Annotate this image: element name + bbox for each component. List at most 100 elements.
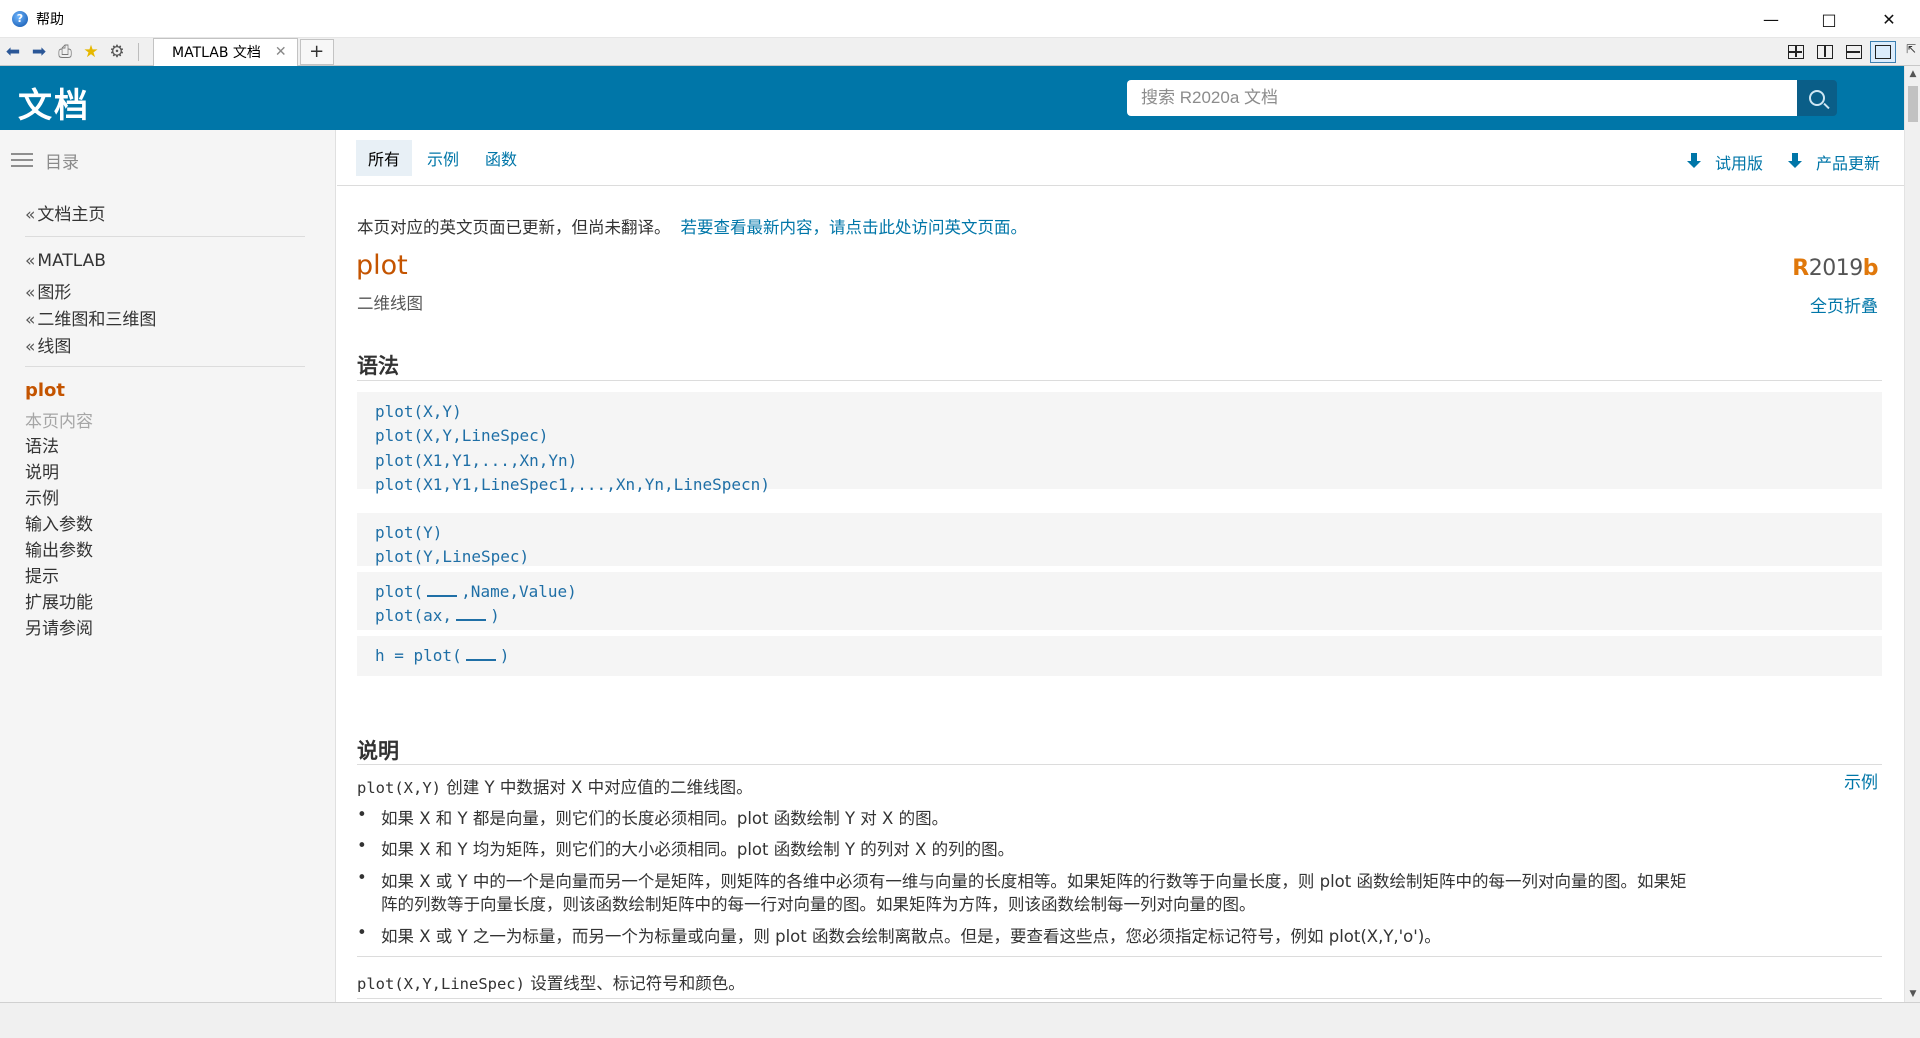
scroll-up-icon[interactable]: ▲ (1905, 66, 1920, 82)
bullet-dot: • (357, 868, 367, 887)
single-pane-icon[interactable] (1870, 41, 1896, 63)
syntax-part: ) (490, 606, 500, 625)
syntax-heading: 语法 (357, 354, 399, 378)
left-nav: 目录 «文档主页 «MATLAB «图形 «二维图和三维图 «线图 plot 本… (0, 130, 336, 1002)
filter-bar: 所有 示例 函数 试用版 产品更新 (337, 130, 1904, 186)
nav-item-syntax[interactable]: 语法 (25, 432, 59, 457)
nav-home-link[interactable]: «文档主页 (25, 200, 105, 225)
tab-matlab-docs[interactable]: MATLAB 文档 ✕ (153, 37, 298, 66)
description-text: 创建 Y 中数据对 X 中对应值的二维线图。 (441, 778, 753, 797)
trial-link[interactable]: 试用版 (1687, 150, 1763, 174)
product-updates-label: 产品更新 (1816, 154, 1881, 173)
new-tab-button[interactable]: + (299, 38, 334, 65)
nav-item-extended[interactable]: 扩展功能 (25, 588, 93, 613)
search-button[interactable] (1797, 80, 1837, 116)
breadcrumb-label: 图形 (37, 283, 72, 303)
minimize-button[interactable]: — (1742, 0, 1800, 38)
syntax-line[interactable]: plot(X,Y) (375, 402, 462, 421)
scroll-thumb[interactable] (1908, 86, 1918, 122)
close-window-button[interactable]: ✕ (1860, 0, 1918, 38)
vertical-scrollbar[interactable]: ▲ ▼ (1904, 66, 1920, 1002)
syntax-line[interactable]: plot(X,Y,LineSpec) (375, 426, 548, 445)
syntax-part: ,Name,Value) (461, 582, 577, 601)
grid-four-icon[interactable] (1783, 41, 1809, 63)
download-icon (1687, 153, 1701, 171)
split-horizontal-icon[interactable] (1841, 41, 1867, 63)
nav-item-tips[interactable]: 提示 (25, 562, 59, 587)
description-text: 设置线型、标记符号和颜色。 (524, 974, 745, 993)
doc-header: 文档 (0, 66, 1904, 130)
bullet-dot: • (357, 805, 367, 824)
bullet-dot: • (357, 836, 367, 855)
on-page-label: 本页内容 (25, 412, 93, 432)
section-divider (357, 956, 1882, 957)
bullet-dot: • (357, 923, 367, 942)
argument-blank (465, 647, 496, 661)
collapse-all-link[interactable]: 全页折叠 (1810, 292, 1878, 317)
argument-blank (456, 607, 487, 621)
syntax-block: plot(Y) plot(Y,LineSpec) (357, 513, 1882, 566)
page-title: plot (356, 250, 408, 281)
translation-notice: 本页对应的英文页面已更新，但尚未翻译。 若要查看最新内容，请点击此处访问英文页面。 (357, 214, 1027, 238)
nav-item-see-also[interactable]: 另请参阅 (25, 614, 93, 639)
forward-arrow-icon[interactable]: ➡ (26, 40, 52, 64)
settings-gear-icon[interactable]: ⚙ (104, 40, 130, 64)
syntax-block: h = plot() (357, 636, 1882, 676)
print-icon[interactable]: ⎙ (52, 40, 78, 64)
page-purpose: 二维线图 (357, 294, 423, 313)
syntax-line[interactable]: plot(ax,) (375, 606, 500, 625)
nav-item-input-args[interactable]: 输入参数 (25, 510, 93, 535)
syntax-part: ) (499, 646, 510, 665)
examples-link[interactable]: 示例 (1844, 768, 1878, 793)
status-bar (0, 1002, 1920, 1038)
syntax-line[interactable]: h = plot() (375, 646, 509, 665)
search-bar (1127, 80, 1837, 116)
tab-examples[interactable]: 示例 (415, 140, 471, 176)
back-arrow-icon[interactable]: ⬅ (0, 40, 26, 64)
help-app-icon: ? (12, 10, 28, 27)
release-badge: R2019b (1792, 256, 1878, 281)
doc-brand[interactable]: 文档 (18, 78, 90, 127)
tab-close-icon[interactable]: ✕ (275, 44, 287, 60)
window-titlebar: ? 帮助 — □ ✕ (0, 0, 1920, 38)
product-updates-link[interactable]: 产品更新 (1788, 150, 1880, 174)
nav-item-description[interactable]: 说明 (25, 458, 59, 483)
nav-item-output-args[interactable]: 输出参数 (25, 536, 93, 561)
english-page-link[interactable]: 若要查看最新内容，请点击此处访问英文页面。 (681, 218, 1028, 237)
syntax-line[interactable]: plot(Y,LineSpec) (375, 547, 529, 566)
nav-current-page[interactable]: plot (25, 380, 65, 401)
breadcrumb-graphics[interactable]: «图形 (25, 278, 71, 303)
breadcrumb-2d-3d[interactable]: «二维图和三维图 (25, 305, 156, 330)
maximize-button[interactable]: □ (1800, 0, 1858, 38)
search-input[interactable] (1127, 80, 1797, 116)
heading-divider (357, 764, 1882, 765)
syntax-line[interactable]: plot(X1,Y1,LineSpec1,...,Xn,Yn,LineSpecn… (375, 475, 770, 494)
breadcrumb-label: 线图 (37, 337, 72, 357)
bullet-text: 阵的列数等于向量长度，则该函数绘制矩阵中的每一行对向量的图。如果矩阵为方阵，则该… (381, 895, 1256, 914)
tab-functions[interactable]: 函数 (473, 140, 529, 176)
syntax-part: plot( (375, 582, 424, 601)
tab-label: MATLAB 文档 (172, 45, 261, 61)
breadcrumb-line-plots[interactable]: «线图 (25, 332, 71, 357)
nav-home-label: 文档主页 (37, 205, 106, 225)
split-vertical-icon[interactable] (1812, 41, 1838, 63)
bullet-text: 如果 X 或 Y 中的一个是向量而另一个是矩阵，则矩阵的各维中必须有一维与向量的… (381, 872, 1687, 891)
toolbar-undock-icon[interactable]: ⇱ (1906, 42, 1916, 56)
toolbar-separator (138, 42, 139, 61)
scroll-down-icon[interactable]: ▼ (1905, 986, 1920, 1002)
toc-label: 目录 (45, 153, 79, 173)
toc-toggle[interactable]: 目录 (11, 148, 79, 173)
syntax-block: plot(X,Y) plot(X,Y,LineSpec) plot(X1,Y1,… (357, 392, 1882, 494)
layout-buttons (1780, 38, 1896, 66)
tab-all[interactable]: 所有 (356, 140, 413, 176)
code-inline: plot(X,Y) (357, 779, 441, 797)
syntax-line[interactable]: plot(X1,Y1,...,Xn,Yn) (375, 451, 577, 470)
favorites-star-icon[interactable]: ★ (78, 40, 104, 64)
description-paragraph: plot(X,Y,LineSpec) 设置线型、标记符号和颜色。 (357, 970, 745, 994)
description-heading: 说明 (357, 739, 399, 763)
breadcrumb-matlab[interactable]: «MATLAB (25, 251, 106, 271)
syntax-line[interactable]: plot( ,Name,Value) (375, 582, 577, 601)
syntax-line[interactable]: plot(Y) (375, 523, 442, 542)
release-suffix: b (1862, 256, 1879, 281)
nav-item-examples[interactable]: 示例 (25, 484, 59, 509)
